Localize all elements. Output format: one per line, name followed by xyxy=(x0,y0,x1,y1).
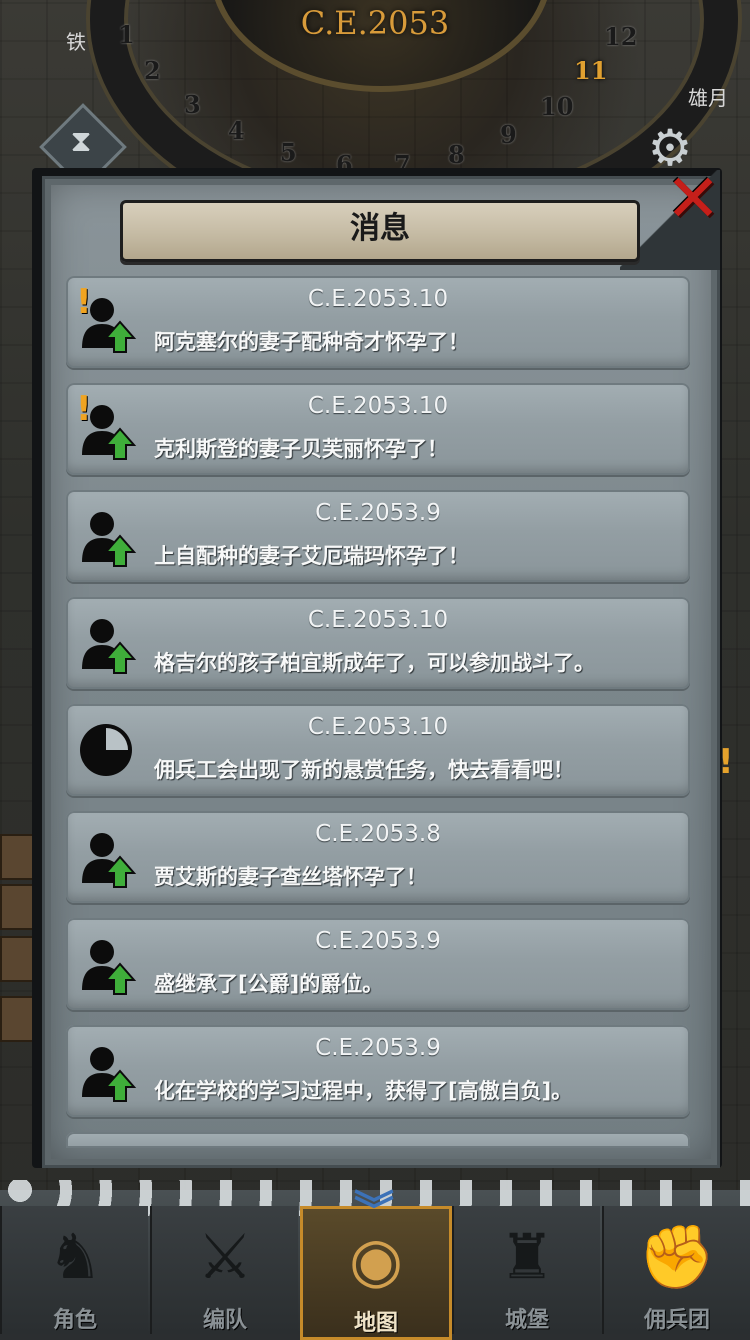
message-item[interactable]: C.E.2053.8 贾艾斯的妻子查丝塔怀孕了！ xyxy=(66,811,690,903)
dial-number: 3 xyxy=(184,90,201,119)
region-label: 铁 xyxy=(66,30,86,54)
mercenary-icon: ✊ xyxy=(638,1220,716,1293)
nav-label: 角色 xyxy=(52,1308,97,1333)
message-date: C.E.2053.9 xyxy=(315,500,441,526)
nav-item-team[interactable]: ⚔ 编队 xyxy=(150,1206,298,1334)
chevron-down-icon: ︾ xyxy=(354,1188,394,1234)
message-list[interactable]: ! C.E.2053.10 阿克塞尔的妻子配种奇才怀孕了！! C.E.2053.10 克… xyxy=(66,276,692,1148)
dial-number: 5 xyxy=(280,138,297,167)
message-item[interactable]: C.E.2053.10 格吉尔的孩子柏宜斯成年了，可以参加战斗了。 xyxy=(66,597,690,689)
message-date: C.E.2053.10 xyxy=(307,714,449,740)
message-item[interactable]: C.E.2053.9 化在学校的学习过程中，获得了[高傲自负]。 xyxy=(66,1025,690,1117)
message-date: C.E.2053.10 xyxy=(307,607,449,633)
dial-number: 9 xyxy=(500,120,517,149)
message-item[interactable]: C.E.2053.9 盛继承了[公爵]的爵位。 xyxy=(66,918,690,1010)
month-label: 雄月 xyxy=(688,86,728,110)
dial-number: 10 xyxy=(540,92,574,121)
dial-number: 2 xyxy=(144,56,161,85)
current-year: C.E.2053 xyxy=(300,4,450,42)
nav-item-mercenary[interactable]: ✊ 佣兵团 xyxy=(602,1206,750,1334)
message-item[interactable]: C.E.2053.10 佣兵工会出现了新的悬赏任务，快去看看吧！ xyxy=(66,704,690,796)
nav-label: 佣兵团 xyxy=(643,1308,710,1333)
dial-number: 1 xyxy=(118,20,135,49)
nav-label: 编队 xyxy=(202,1308,247,1333)
nav-item-character[interactable]: ♞ 角色 xyxy=(0,1206,148,1334)
message-date: C.E.2053.8 xyxy=(315,821,441,847)
message-text: 贾艾斯的妻子查丝塔怀孕了！ xyxy=(154,865,427,889)
message-text: 格吉尔的孩子柏宜斯成年了，可以参加战斗了。 xyxy=(154,651,595,675)
message-item-partial[interactable] xyxy=(66,1132,690,1148)
dial-number: 12 xyxy=(604,22,638,51)
dial-number: 4 xyxy=(228,116,245,145)
message-date: C.E.2053.10 xyxy=(307,393,449,419)
message-text: 盛继承了[公爵]的爵位。 xyxy=(154,972,384,996)
dial-number-active[interactable]: 11 xyxy=(574,56,607,85)
message-text: 克利斯登的妻子贝芙丽怀孕了！ xyxy=(154,437,448,461)
message-item[interactable]: C.E.2053.9 上自配种的妻子艾厄瑞玛怀孕了！ xyxy=(66,490,690,582)
message-text: 化在学校的学习过程中，获得了[高傲自负]。 xyxy=(154,1079,573,1103)
hourglass-icon: ⧗ xyxy=(70,124,92,159)
nav-label: 地图 xyxy=(353,1311,398,1336)
message-item[interactable]: ! C.E.2053.10 克利斯登的妻子贝芙丽怀孕了！ xyxy=(66,383,690,475)
message-item[interactable]: ! C.E.2053.10 阿克塞尔的妻子配种奇才怀孕了！ xyxy=(66,276,690,368)
message-date: C.E.2053.9 xyxy=(315,1035,441,1061)
message-text: 阿克塞尔的妻子配种奇才怀孕了！ xyxy=(154,330,469,354)
message-text: 上自配种的妻子艾厄瑞玛怀孕了！ xyxy=(154,544,469,568)
dialog-title: 消息 xyxy=(350,211,410,246)
nav-label: 城堡 xyxy=(504,1308,549,1333)
team-icon: ⚔ xyxy=(197,1220,253,1293)
close-button[interactable]: ✕ xyxy=(664,166,722,232)
dial-number: 8 xyxy=(448,140,465,169)
knight-icon: ♞ xyxy=(47,1220,103,1293)
nav-item-castle[interactable]: ♜ 城堡 xyxy=(452,1206,600,1334)
castle-icon: ♜ xyxy=(499,1220,555,1293)
message-date: C.E.2053.10 xyxy=(307,286,449,312)
message-date: C.E.2053.9 xyxy=(315,928,441,954)
message-text: 佣兵工会出现了新的悬赏任务，快去看看吧！ xyxy=(154,758,574,782)
